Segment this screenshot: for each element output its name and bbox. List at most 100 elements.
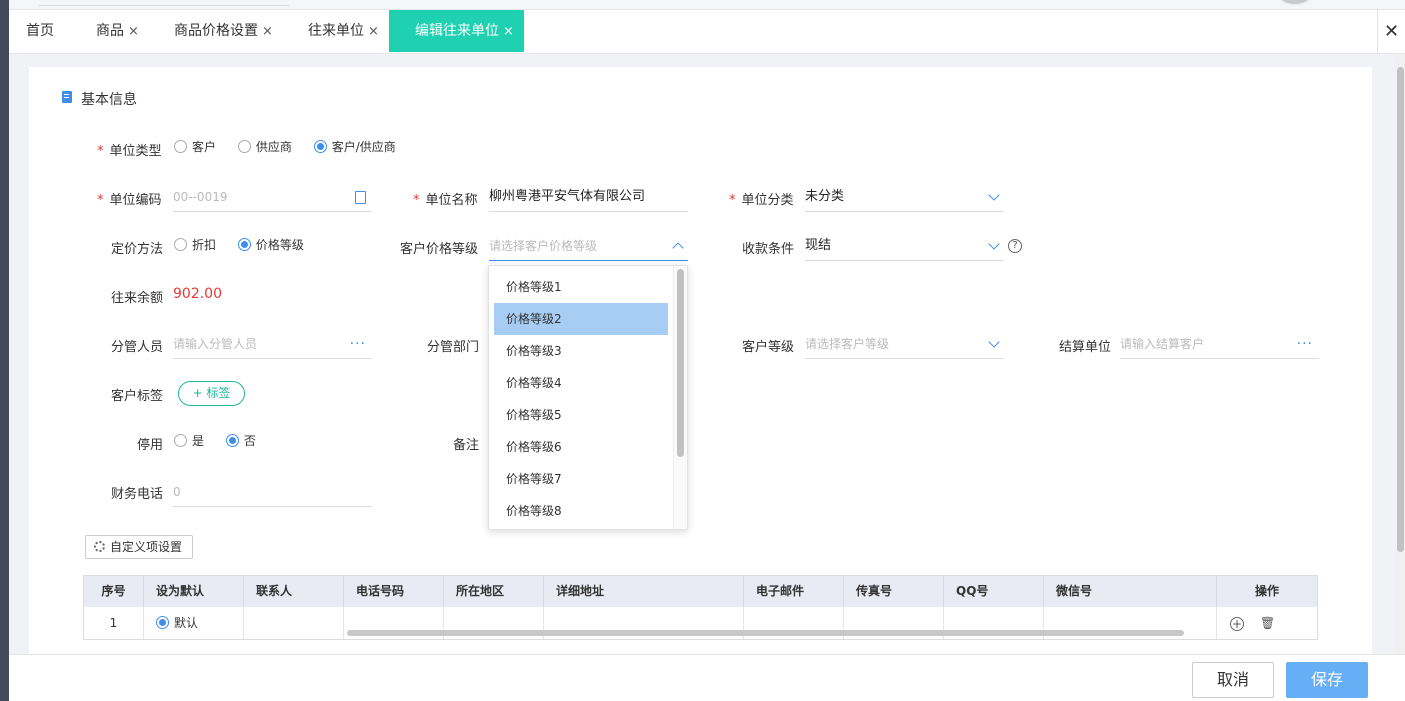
- tab-label: 商品价格设置: [174, 23, 258, 39]
- column-header[interactable]: 详细地址: [544, 576, 744, 607]
- customer-price-level-select[interactable]: 请选择客户价格等级: [489, 231, 688, 261]
- radio-icon[interactable]: [313, 140, 327, 153]
- settlement-unit-field[interactable]: 请输入结算客户 ···: [1120, 329, 1319, 359]
- finance-phone-field[interactable]: 0: [173, 477, 372, 507]
- tab-partners[interactable]: 往来单位 ×: [308, 10, 379, 52]
- label-text: 单位编码: [109, 193, 162, 208]
- custom-settings-button[interactable]: 自定义项设置: [85, 535, 193, 559]
- unit-code-label: 单位编码: [97, 189, 162, 208]
- payment-terms-select[interactable]: 现结: [805, 231, 1004, 261]
- pricing-method-radio-group: 折扣 价格等级: [174, 236, 322, 253]
- close-icon[interactable]: ×: [503, 24, 514, 39]
- top-search-bar[interactable]: [39, 0, 289, 6]
- table-horizontal-scrollbar[interactable]: [347, 630, 1184, 636]
- unit-name-label: 单位名称: [413, 189, 478, 208]
- close-icon[interactable]: ×: [262, 24, 273, 39]
- scrollbar-thumb[interactable]: [1397, 67, 1404, 552]
- tab-home[interactable]: 首页: [26, 10, 54, 52]
- dropdown-option[interactable]: 价格等级3: [494, 335, 668, 367]
- unit-code-placeholder: 00--0019: [173, 190, 228, 204]
- left-sidebar-edge: [0, 0, 9, 701]
- manager-field[interactable]: 请输入分管人员 ···: [173, 329, 372, 359]
- column-header[interactable]: 电话号码: [344, 576, 444, 607]
- cancel-button[interactable]: 取消: [1192, 662, 1274, 698]
- balance-label: 往来余额: [111, 287, 163, 306]
- radio-icon[interactable]: [174, 238, 187, 251]
- tab-label: 编辑往来单位: [415, 23, 499, 39]
- radio-icon[interactable]: [225, 434, 239, 447]
- customer-price-level-placeholder: 请选择客户价格等级: [489, 239, 598, 253]
- payment-terms-label: 收款条件: [742, 238, 794, 257]
- chevron-down-icon[interactable]: [988, 189, 1000, 201]
- column-header[interactable]: 操作: [1217, 576, 1317, 607]
- avatar[interactable]: [1277, 0, 1313, 6]
- chevron-up-icon[interactable]: [672, 242, 684, 254]
- disabled-label: 停用: [137, 434, 163, 453]
- label-text: 往来余额: [111, 291, 164, 306]
- column-header[interactable]: 设为默认: [144, 576, 244, 607]
- contact-cell[interactable]: [244, 607, 344, 639]
- unit-code-field[interactable]: 00--0019: [173, 182, 372, 212]
- column-header[interactable]: 联系人: [244, 576, 344, 607]
- radio-discount[interactable]: 折扣: [174, 238, 216, 252]
- tab-goods-price-settings[interactable]: 商品价格设置 ×: [174, 10, 273, 52]
- add-tag-button[interactable]: + 标签: [178, 381, 245, 406]
- dropdown-scrollbar[interactable]: [673, 266, 687, 529]
- column-header[interactable]: 电子邮件: [744, 576, 844, 607]
- more-icon[interactable]: ···: [1297, 329, 1313, 359]
- manager-placeholder: 请输入分管人员: [173, 337, 258, 351]
- scrollbar-thumb[interactable]: [677, 269, 684, 457]
- radio-icon[interactable]: [237, 238, 251, 251]
- radio-icon[interactable]: [156, 616, 169, 629]
- radio-yes[interactable]: 是: [174, 434, 204, 448]
- close-icon[interactable]: ×: [128, 24, 139, 39]
- dropdown-option[interactable]: 价格等级4: [494, 367, 668, 399]
- unit-category-select[interactable]: 未分类: [805, 182, 1004, 212]
- label-text: 定价方法: [111, 242, 164, 257]
- column-header[interactable]: QQ号: [944, 576, 1044, 607]
- trash-icon[interactable]: 🗑: [1260, 617, 1275, 631]
- radio-customer[interactable]: 客户: [174, 140, 216, 154]
- radio-supplier[interactable]: 供应商: [237, 140, 292, 154]
- pricing-method-label: 定价方法: [111, 238, 163, 257]
- unit-name-field[interactable]: 柳州粤港平安气体有限公司: [489, 182, 688, 212]
- tab-edit-partner[interactable]: 编辑往来单位 ×: [389, 10, 524, 52]
- dropdown-option[interactable]: 价格等级5: [494, 399, 668, 431]
- tab-goods[interactable]: 商品 ×: [96, 10, 139, 52]
- page-vertical-scrollbar[interactable]: [1395, 55, 1405, 654]
- manager-label: 分管人员: [111, 336, 163, 355]
- column-header[interactable]: 所在地区: [444, 576, 544, 607]
- column-header[interactable]: 微信号: [1044, 576, 1217, 607]
- radio-price-level[interactable]: 价格等级: [237, 238, 304, 252]
- contacts-table: 序号 设为默认 联系人 电话号码 所在地区 详细地址 电子邮件 传真号 QQ号 …: [83, 575, 1318, 640]
- chevron-down-icon[interactable]: [988, 238, 1000, 250]
- settlement-unit-placeholder: 请输入结算客户: [1120, 337, 1205, 351]
- radio-no[interactable]: 否: [225, 434, 256, 448]
- default-radio[interactable]: 默认: [144, 607, 244, 639]
- dropdown-option-selected[interactable]: 价格等级2: [494, 303, 668, 335]
- dropdown-option[interactable]: 价格等级7: [494, 463, 668, 495]
- radio-customer-supplier[interactable]: 客户/供应商: [313, 140, 396, 154]
- custom-settings-label: 自定义项设置: [110, 540, 183, 554]
- column-header[interactable]: 序号: [84, 576, 144, 607]
- save-button[interactable]: 保存: [1286, 662, 1368, 698]
- dropdown-option[interactable]: 价格等级8: [494, 495, 668, 527]
- radio-label: 是: [192, 434, 205, 448]
- add-row-icon[interactable]: +: [1230, 617, 1244, 631]
- more-icon[interactable]: ···: [350, 329, 366, 359]
- column-header[interactable]: 传真号: [844, 576, 944, 607]
- radio-icon[interactable]: [174, 434, 187, 447]
- gear-icon: [94, 541, 105, 552]
- radio-icon[interactable]: [174, 140, 187, 153]
- radio-icon[interactable]: [237, 140, 251, 153]
- tab-bar: 首页 商品 × 商品价格设置 × 往来单位 × 编辑往来单位 × ✕: [9, 10, 1405, 54]
- customer-level-select[interactable]: 请选择客户等级: [805, 329, 1004, 359]
- help-icon[interactable]: ?: [1008, 239, 1022, 253]
- close-all-tabs-button[interactable]: ✕: [1377, 10, 1405, 54]
- close-icon[interactable]: ×: [368, 24, 379, 39]
- chevron-down-icon[interactable]: [988, 336, 1000, 348]
- tab-label: 商品: [96, 23, 124, 39]
- dropdown-option[interactable]: 价格等级1: [494, 271, 668, 303]
- document-icon[interactable]: [355, 191, 366, 204]
- dropdown-option[interactable]: 价格等级6: [494, 431, 668, 463]
